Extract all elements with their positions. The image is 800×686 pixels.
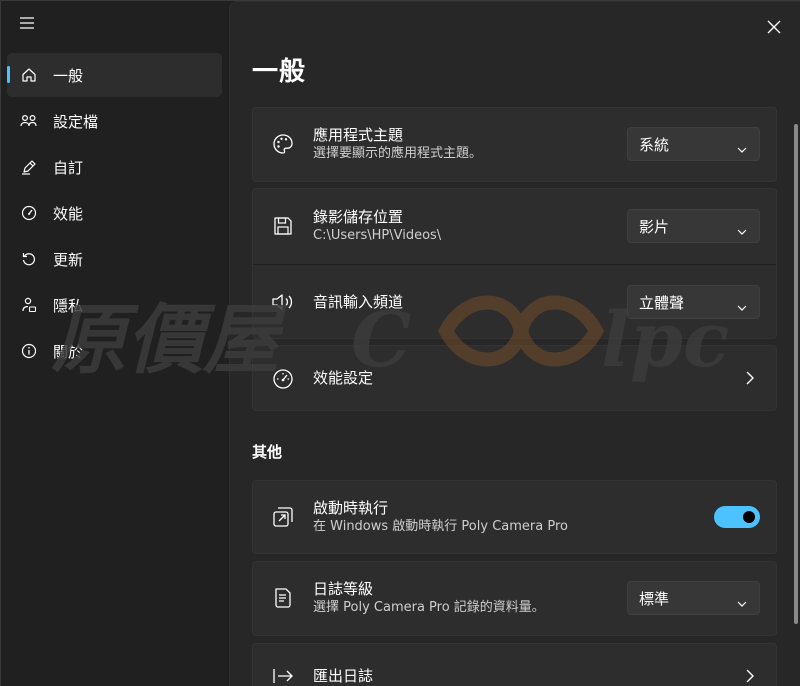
export-log-title: 匯出日誌 bbox=[313, 667, 374, 685]
sidebar-item-about[interactable]: 關於 bbox=[7, 329, 222, 373]
log-level-row: 日誌等級 選擇 Poly Camera Pro 記錄的資料量。 標準 bbox=[253, 562, 776, 635]
gauge-icon bbox=[271, 367, 295, 391]
document-icon bbox=[271, 586, 295, 610]
sidebar-item-privacy[interactable]: 隱私 bbox=[7, 283, 222, 327]
log-level-dropdown[interactable]: 標準 bbox=[627, 581, 760, 615]
person-lock-icon bbox=[20, 296, 38, 314]
audio-channel-dropdown-value: 立體聲 bbox=[639, 293, 685, 312]
theme-dropdown[interactable]: 系統 bbox=[627, 127, 760, 161]
app-window: 一般 設定檔 自訂 效能 更新 隱私 關於 一般 應用程式主題 選擇要顯示的應用… bbox=[0, 0, 800, 686]
sidebar-item-label: 自訂 bbox=[53, 158, 84, 177]
speaker-icon bbox=[271, 290, 295, 314]
other-section-title: 其他 bbox=[252, 443, 283, 461]
sidebar-item-customize[interactable]: 自訂 bbox=[7, 145, 222, 189]
chevron-down-icon bbox=[737, 222, 747, 235]
theme-card: 應用程式主題 選擇要顯示的應用程式主題。 系統 bbox=[252, 107, 777, 182]
hamburger-icon[interactable] bbox=[15, 11, 39, 35]
chevron-down-icon bbox=[737, 140, 747, 153]
save-location-path: C:\Users\HP\Videos\ bbox=[313, 228, 442, 243]
toggle-knob bbox=[743, 511, 755, 523]
startup-subtitle: 在 Windows 啟動時執行 Poly Camera Pro bbox=[313, 519, 568, 534]
export-log-row: 匯出日誌 bbox=[253, 644, 776, 686]
sidebar: 一般 設定檔 自訂 效能 更新 隱私 關於 bbox=[1, 1, 229, 686]
save-location-row: 錄影儲存位置 C:\Users\HP\Videos\ 影片 bbox=[253, 189, 776, 264]
save-location-dropdown[interactable]: 影片 bbox=[627, 209, 760, 243]
performance-settings-card[interactable]: 效能設定 bbox=[252, 345, 777, 411]
startup-card: 啟動時執行 在 Windows 啟動時執行 Poly Camera Pro bbox=[252, 480, 777, 554]
chevron-down-icon bbox=[737, 594, 747, 607]
theme-subtitle: 選擇要顯示的應用程式主題。 bbox=[313, 146, 483, 161]
startup-row: 啟動時執行 在 Windows 啟動時執行 Poly Camera Pro bbox=[253, 481, 776, 553]
sidebar-item-general[interactable]: 一般 bbox=[7, 53, 222, 97]
chevron-down-icon bbox=[737, 298, 747, 311]
sidebar-item-label: 關於 bbox=[53, 342, 84, 361]
audio-channel-title: 音訊輸入頻道 bbox=[313, 293, 404, 311]
sidebar-item-update[interactable]: 更新 bbox=[7, 237, 222, 281]
home-icon bbox=[20, 66, 38, 84]
startup-icon bbox=[271, 505, 295, 529]
sidebar-item-label: 設定檔 bbox=[53, 112, 99, 131]
chevron-right-icon bbox=[744, 668, 756, 684]
palette-icon bbox=[271, 132, 295, 156]
pen-icon bbox=[20, 158, 38, 176]
save-location-dropdown-value: 影片 bbox=[639, 217, 670, 236]
log-level-title: 日誌等級 bbox=[313, 580, 374, 598]
export-log-card[interactable]: 匯出日誌 bbox=[252, 643, 777, 686]
recording-card: 錄影儲存位置 C:\Users\HP\Videos\ 影片 音訊輸入頻道 立體聲 bbox=[252, 188, 777, 339]
audio-channel-row: 音訊輸入頻道 立體聲 bbox=[253, 264, 776, 338]
audio-channel-dropdown[interactable]: 立體聲 bbox=[627, 285, 760, 319]
theme-setting-row: 應用程式主題 選擇要顯示的應用程式主題。 系統 bbox=[253, 108, 776, 181]
sidebar-item-performance[interactable]: 效能 bbox=[7, 191, 222, 235]
log-level-card: 日誌等級 選擇 Poly Camera Pro 記錄的資料量。 標準 bbox=[252, 561, 777, 636]
main-panel: 一般 應用程式主題 選擇要顯示的應用程式主題。 系統 錄影儲存位置 C:\Use… bbox=[229, 1, 800, 686]
theme-title: 應用程式主題 bbox=[313, 126, 404, 144]
sidebar-item-label: 一般 bbox=[53, 66, 84, 85]
vertical-scrollbar[interactable] bbox=[794, 124, 798, 624]
log-level-subtitle: 選擇 Poly Camera Pro 記錄的資料量。 bbox=[313, 600, 545, 615]
performance-settings-row: 效能設定 bbox=[253, 346, 776, 410]
sidebar-item-label: 更新 bbox=[53, 250, 84, 269]
sidebar-item-label: 效能 bbox=[53, 204, 84, 223]
sidebar-nav: 一般 設定檔 自訂 效能 更新 隱私 關於 bbox=[7, 53, 222, 375]
log-level-dropdown-value: 標準 bbox=[639, 589, 670, 608]
gauge-icon bbox=[20, 204, 38, 222]
startup-toggle[interactable] bbox=[714, 506, 760, 528]
refresh-icon bbox=[20, 250, 38, 268]
performance-settings-title: 效能設定 bbox=[313, 369, 374, 387]
close-icon[interactable] bbox=[763, 16, 785, 38]
export-icon bbox=[271, 664, 295, 686]
chevron-right-icon bbox=[744, 370, 756, 386]
save-icon bbox=[271, 214, 295, 238]
sidebar-item-profiles[interactable]: 設定檔 bbox=[7, 99, 222, 143]
theme-dropdown-value: 系統 bbox=[639, 135, 670, 154]
save-location-title: 錄影儲存位置 bbox=[313, 208, 404, 226]
sidebar-item-label: 隱私 bbox=[53, 296, 84, 315]
startup-title: 啟動時執行 bbox=[313, 499, 389, 517]
people-icon bbox=[20, 112, 38, 130]
info-icon bbox=[20, 342, 38, 360]
page-title: 一般 bbox=[252, 57, 307, 87]
